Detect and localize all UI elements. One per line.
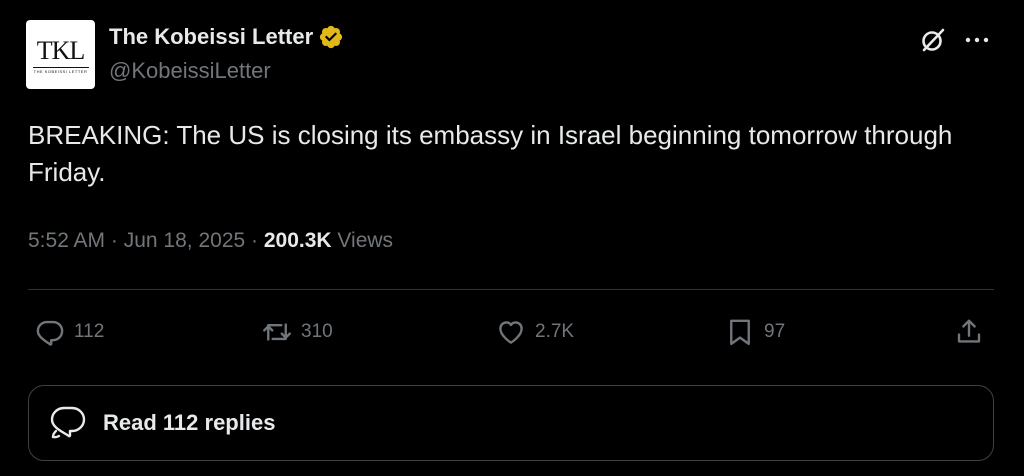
like-icon [499, 321, 523, 344]
bookmark-count: 97 [764, 321, 786, 342]
reply-count: 112 [74, 321, 105, 342]
share-icon [957, 319, 981, 343]
author-handle[interactable]: @KobeissiLetter [109, 58, 271, 84]
bookmark-button[interactable]: 97 [725, 310, 785, 354]
tweet-time[interactable]: 5:52 AM [28, 229, 105, 253]
share-button[interactable] [954, 310, 984, 354]
meta-separator: · [245, 229, 264, 252]
tweet-date[interactable]: Jun 18, 2025 [124, 229, 245, 253]
like-count: 2.7K [535, 321, 575, 342]
repost-count: 310 [301, 321, 333, 342]
like-button[interactable]: 2.7K [496, 310, 574, 354]
chat-bubbles-icon [50, 406, 86, 439]
read-replies-label: Read 112 replies [103, 410, 276, 435]
verified-badge-icon[interactable] [318, 24, 344, 50]
meta-separator: · [105, 229, 124, 252]
read-replies-button[interactable]: Read 112 replies [28, 385, 994, 461]
repost-button[interactable]: 310 [262, 310, 333, 354]
more-icon[interactable] [962, 30, 992, 50]
reply-button[interactable]: 112 [35, 310, 104, 354]
avatar-monogram: TKL [36, 35, 86, 65]
tweet-text: BREAKING: The US is closing its embassy … [28, 120, 953, 187]
display-name[interactable]: The Kobeissi Letter [109, 24, 313, 50]
avatar-rule [32, 66, 89, 68]
bookmark-icon [730, 319, 750, 346]
author-name-row[interactable]: The Kobeissi Letter [109, 24, 344, 50]
grok-icon[interactable] [920, 27, 946, 53]
action-bar: 112 310 2.7K 97 [0, 310, 1024, 354]
avatar-caption: THE KOBEISSI LETTER [33, 68, 88, 74]
reply-icon [36, 320, 64, 346]
views-label: Views [331, 229, 394, 252]
divider [28, 289, 994, 290]
avatar[interactable]: TKL THE KOBEISSI LETTER [26, 20, 95, 89]
tweet-meta: 5:52 AM · Jun 18, 2025 · 200.3K Views [28, 229, 393, 253]
views-count: 200.3K [263, 229, 332, 252]
repost-icon [263, 323, 291, 341]
